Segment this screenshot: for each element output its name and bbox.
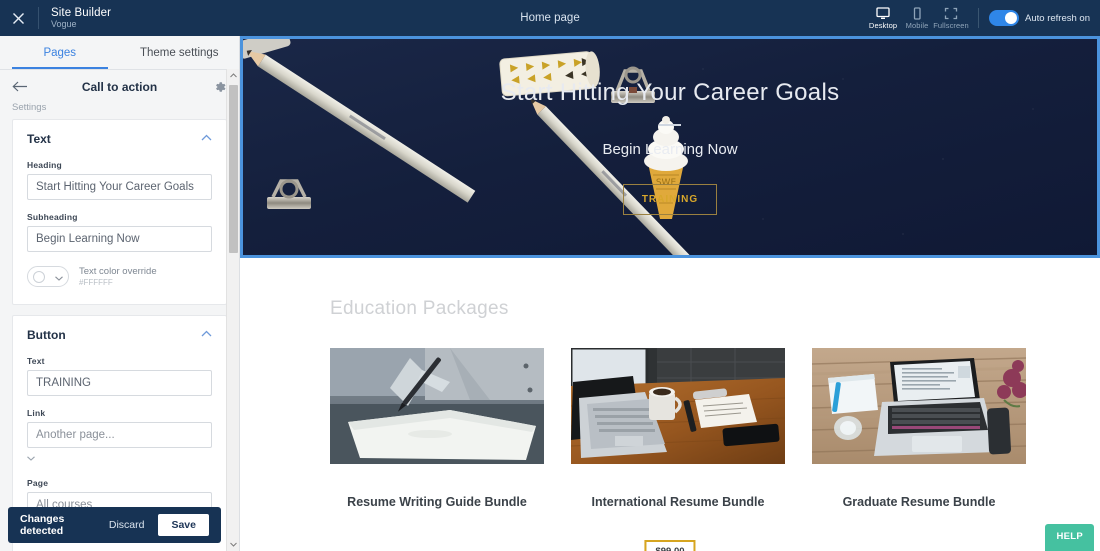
topbar-divider <box>38 7 39 29</box>
product-card[interactable]: $99.00 Graduate Resume Bundle <box>644 348 1026 551</box>
viewport-fullscreen-label: Fullscreen <box>933 20 969 30</box>
subheading-input[interactable] <box>27 226 212 252</box>
section-button-title: Button <box>27 327 66 342</box>
auto-refresh-label: Auto refresh on <box>1025 12 1090 24</box>
sidebar: Pages Theme settings Call to action Sett… <box>0 36 240 551</box>
color-override-text: Text color override #FFFFFF <box>79 266 157 288</box>
button-text-field-label: Text <box>27 355 45 366</box>
preview-page: SWE Start Hitting Your Career Goals Begi… <box>240 36 1100 551</box>
section-button-header[interactable]: Button <box>27 328 212 342</box>
viewport-mobile-button[interactable]: Mobile <box>900 6 934 30</box>
scroll-up-icon[interactable] <box>227 69 239 82</box>
discard-button[interactable]: Discard <box>109 519 145 531</box>
hero-divider <box>659 124 681 126</box>
back-arrow-icon[interactable] <box>12 80 30 94</box>
hero-subheading: Begin Learning Now <box>602 141 738 158</box>
brand-theme-name: Vogue <box>51 18 77 29</box>
section-text-title: Text <box>27 132 51 146</box>
viewport-fullscreen-button[interactable]: Fullscreen <box>933 7 969 30</box>
subheading-field-label: Subheading <box>27 212 78 222</box>
hero-call-to-action-section[interactable]: SWE Start Hitting Your Career Goals Begi… <box>243 39 1097 255</box>
close-icon[interactable] <box>0 0 36 36</box>
hero-heading: Start Hitting Your Career Goals <box>500 79 840 106</box>
panel-title: Call to action <box>81 80 158 94</box>
product-image <box>571 348 785 464</box>
desktop-icon <box>876 6 890 20</box>
help-button[interactable]: HELP <box>1045 524 1094 551</box>
auto-refresh-toggle[interactable]: Auto refresh on <box>989 10 1094 26</box>
hero-content: Start Hitting Your Career Goals Begin Le… <box>243 39 1097 255</box>
gear-icon[interactable] <box>209 80 227 94</box>
sidebar-scrollbar-thumb[interactable] <box>229 85 238 253</box>
caret-down-icon <box>27 448 35 465</box>
changes-detected-label: Changes detected <box>20 513 65 537</box>
product-card[interactable]: $99.00 Resume Writing Guide Bundle <box>330 348 696 551</box>
viewport-desktop-label: Desktop <box>868 20 898 30</box>
viewport-mobile-label: Mobile <box>905 20 929 30</box>
product-title: International Resume Bundle <box>591 495 765 509</box>
product-card[interactable]: $99.00 International Resume Bundle <box>571 348 785 551</box>
product-title: Resume Writing Guide Bundle <box>347 495 527 509</box>
education-packages-title: Education Packages <box>330 298 509 319</box>
link-field-label: Link <box>27 407 46 418</box>
viewport-desktop-button[interactable]: Desktop <box>866 6 900 30</box>
fullscreen-icon <box>944 7 958 20</box>
tab-pages-underline <box>12 67 108 69</box>
caret-down-icon <box>55 268 63 286</box>
mobile-icon <box>910 6 924 20</box>
page-field-label: Page <box>27 477 49 488</box>
color-picker-button[interactable] <box>27 266 69 288</box>
tab-theme-settings-underline <box>132 67 228 69</box>
color-override-label: Text color override <box>79 266 157 277</box>
selected-section-outline[interactable]: SWE Start Hitting Your Career Goals Begi… <box>240 36 1100 258</box>
app-body: Pages Theme settings Call to action Sett… <box>0 36 1100 551</box>
sidebar-scrollbar[interactable] <box>226 69 239 551</box>
hero-training-button[interactable]: TRAINING <box>622 184 718 215</box>
button-text-input[interactable] <box>27 369 212 396</box>
preview-pane: SWE Start Hitting Your Career Goals Begi… <box>240 36 1100 551</box>
price-badge: $99.00 <box>644 540 696 551</box>
tab-pages[interactable]: Pages <box>0 36 120 69</box>
section-text: Text Heading Subheading <box>12 119 227 305</box>
tab-theme-settings[interactable]: Theme settings <box>120 36 240 69</box>
link-select-wrap: Another page... <box>27 421 212 466</box>
toggle-switch[interactable] <box>989 10 1020 26</box>
sidebar-scroll-area[interactable]: Text Heading Subheading <box>0 119 239 551</box>
section-text-header[interactable]: Text <box>27 132 212 146</box>
site-builder-app: Site Builder Vogue Home page Desktop Mob… <box>0 0 1100 551</box>
panel-header: Call to action <box>0 70 239 102</box>
save-button[interactable]: Save <box>158 514 209 536</box>
topbar-separator <box>978 8 980 28</box>
sidebar-tabs: Pages Theme settings <box>0 36 239 69</box>
brand-block: Site Builder Vogue <box>51 7 111 30</box>
text-color-override-row: Text color override #FFFFFF <box>27 266 212 288</box>
color-override-value: #FFFFFF <box>79 277 113 287</box>
tab-theme-settings-label: Theme settings <box>139 46 219 59</box>
link-select[interactable]: Another page... <box>27 421 212 448</box>
chevron-up-icon[interactable] <box>201 134 212 144</box>
chevron-up-icon[interactable] <box>201 330 212 340</box>
settings-label: Settings <box>12 102 47 113</box>
color-swatch <box>33 270 45 283</box>
heading-field-label: Heading <box>27 160 62 170</box>
top-bar: Site Builder Vogue Home page Desktop Mob… <box>0 0 1100 36</box>
product-cards-row: $99.00 Resume Writing Guide Bundle <box>330 348 1100 551</box>
product-image <box>812 348 1026 464</box>
scroll-down-icon[interactable] <box>227 538 239 551</box>
product-title: Graduate Resume Bundle <box>842 495 996 509</box>
brand-title: Site Builder <box>51 6 112 19</box>
tab-pages-label: Pages <box>43 46 77 59</box>
toggle-knob <box>1005 12 1018 24</box>
topbar-right-controls: Desktop Mobile Fullscreen Auto refresh o… <box>866 0 1100 36</box>
heading-input[interactable] <box>27 174 212 200</box>
changes-detected-bar: Changes detected Discard Save <box>8 507 221 543</box>
product-image <box>330 348 544 464</box>
